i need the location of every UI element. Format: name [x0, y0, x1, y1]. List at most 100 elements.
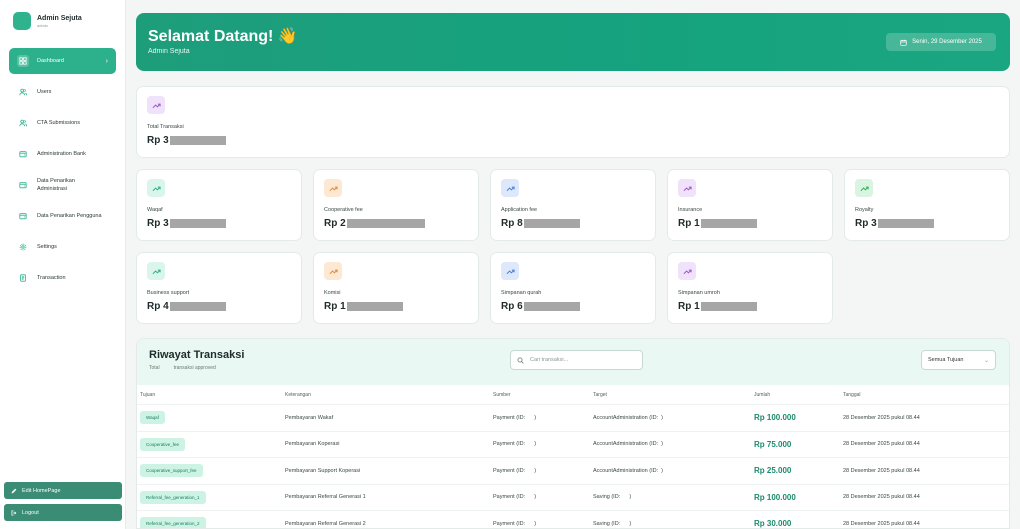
- sidebar-item-label: Users: [37, 89, 52, 95]
- grid-icon: [17, 55, 29, 67]
- redacted-value: [346, 302, 403, 311]
- table-row[interactable]: Cooperative_fee Pembayaran Koperasi Paymen…: [137, 432, 1009, 458]
- redacted-value: [169, 136, 226, 145]
- approved-label: transaksi approved: [173, 365, 216, 371]
- sidebar-item-label: Settings: [37, 244, 57, 250]
- trending-up-icon: [855, 179, 873, 197]
- stat-amount: Rp 1: [678, 218, 700, 229]
- trending-up-icon: [324, 262, 342, 280]
- search-box[interactable]: [510, 350, 643, 370]
- stat-value: Rp 6: [501, 301, 580, 312]
- sidebar-item-transaction[interactable]: Transaction: [9, 265, 116, 291]
- stat-value: Rp 3: [855, 218, 934, 229]
- wallet-icon: [17, 148, 29, 160]
- gear-icon: [17, 241, 29, 253]
- column-header[interactable]: Tujuan: [137, 392, 285, 398]
- stat-card: Waqaf Rp 3: [136, 169, 302, 241]
- sidebar-item-dashboard[interactable]: Dashboard ›: [9, 48, 116, 74]
- chevron-right-icon: ›: [105, 57, 108, 65]
- keterangan-cell: Pembayaran Referral Generasi 2: [285, 520, 366, 527]
- column-header[interactable]: Tanggal: [843, 392, 1003, 398]
- brand-name: Admin Sejuta: [37, 14, 82, 22]
- target-cell: AccountAdministration (ID: ): [593, 441, 663, 448]
- sumber-cell: Payment (ID: ): [493, 414, 537, 421]
- sidebar-item-data-penarikan-administrasi[interactable]: Data Penarikan Administrasi: [9, 172, 116, 198]
- stat-label: Simpanan umroh: [678, 290, 720, 296]
- redacted-value: [523, 219, 580, 228]
- edit-homepage-button[interactable]: Edit HomePage: [4, 482, 122, 499]
- sidebar-item-label: Data Penarikan Administrasi: [37, 178, 75, 192]
- sidebar-item-data-penarikan-pengguna[interactable]: Data Penarikan Pengguna: [9, 203, 116, 229]
- sidebar-item-users[interactable]: Users: [9, 79, 116, 105]
- sidebar-item-cta-submissions[interactable]: CTA Submissions: [9, 110, 116, 136]
- stat-card: Business support Rp 4: [136, 252, 302, 324]
- transactions-panel: Riwayat Transaksi Total transaksi approve…: [136, 338, 1010, 529]
- sidebar-item-settings[interactable]: Settings: [9, 234, 116, 260]
- users-icon: [17, 117, 29, 129]
- target-cell: AccountAdministration (ID: ): [593, 414, 663, 421]
- jumlah-cell: Rp 25.000: [754, 466, 792, 476]
- stat-card: Komisi Rp 1: [313, 252, 479, 324]
- transactions-header: Riwayat Transaksi Total transaksi approve…: [137, 339, 1009, 385]
- sidebar-item-label: Dashboard: [37, 58, 64, 64]
- edit-homepage-label: Edit HomePage: [22, 487, 61, 494]
- jumlah-cell: Rp 75.000: [754, 439, 792, 449]
- brand-logo: [13, 12, 31, 30]
- column-header[interactable]: Target: [593, 392, 754, 398]
- trending-up-icon: [501, 179, 519, 197]
- sidebar-item-label: Administration Bank: [37, 151, 86, 157]
- table-row[interactable]: Referral_fee_generation_1 Pembayaran Refe…: [137, 485, 1009, 511]
- pencil-icon: [11, 488, 17, 493]
- column-header[interactable]: Jumlah: [754, 392, 843, 398]
- stat-amount: Rp 3: [147, 218, 169, 229]
- logout-button[interactable]: Logout: [4, 504, 122, 521]
- total-transaksi-value: Rp 3: [147, 135, 226, 146]
- stat-label: Simpanan qurah: [501, 290, 542, 296]
- stat-value: Rp 1: [678, 218, 757, 229]
- column-header[interactable]: Keterangan: [285, 392, 493, 398]
- redacted-value: [523, 302, 580, 311]
- trending-up-icon: [147, 179, 165, 197]
- sidebar-item-label: CTA Submissions: [37, 120, 80, 126]
- redacted-value: [169, 302, 226, 311]
- chevron-down-icon: ⌄: [983, 357, 989, 364]
- stat-card: Simpanan umroh Rp 1: [667, 252, 833, 324]
- stat-label: Business support: [147, 290, 190, 296]
- stat-amount: Rp 4: [147, 301, 169, 312]
- table-body: Waqaf Pembayaran Wakaf Payment (ID: ) Accou…: [137, 405, 1009, 529]
- table-row[interactable]: Cooperative_support_fee Pembayaran Suppor…: [137, 458, 1009, 485]
- redacted-value: [877, 219, 934, 228]
- total-transaksi-label: Total Transaksi: [147, 124, 184, 130]
- stat-value: Rp 1: [678, 301, 757, 312]
- jumlah-cell: Rp 30.000: [754, 519, 792, 529]
- table-row[interactable]: Referral_fee_generation_2 Pembayaran Refe…: [137, 511, 1009, 529]
- stat-card: Insurance Rp 1: [667, 169, 833, 241]
- users-icon: [17, 86, 29, 98]
- stat-amount: Rp 3: [855, 218, 877, 229]
- keterangan-cell: Pembayaran Referral Generasi 1: [285, 494, 366, 501]
- column-header[interactable]: Sumber: [493, 392, 593, 398]
- trending-up-icon: [324, 179, 342, 197]
- tanggal-cell: 28 Desember 2025 pukul 08.44: [843, 494, 920, 501]
- stat-card: Application fee Rp 8: [490, 169, 656, 241]
- search-icon: [517, 357, 524, 364]
- search-input[interactable]: [530, 357, 630, 363]
- jumlah-cell: Rp 100.000: [754, 413, 796, 423]
- sidebar-item-administration-bank[interactable]: Administration Bank: [9, 141, 116, 167]
- keterangan-cell: Pembayaran Wakaf: [285, 414, 334, 421]
- target-cell: AccountAdministration (ID: ): [593, 467, 663, 474]
- welcome-banner: Selamat Datang! 👋 Admin Sejuta Senin, 29…: [136, 13, 1010, 71]
- tujuan-filter-select[interactable]: Semua Tujuan ⌄: [921, 350, 996, 370]
- tanggal-cell: 28 Desember 2025 pukul 08.44: [843, 467, 920, 474]
- stat-label: Komisi: [324, 290, 341, 296]
- stat-label: Waqaf: [147, 207, 163, 213]
- stat-value: Rp 2: [324, 218, 425, 229]
- trending-up-icon: [147, 262, 165, 280]
- redacted-value: [169, 219, 226, 228]
- redacted-value: [346, 219, 425, 228]
- table-row[interactable]: Waqaf Pembayaran Wakaf Payment (ID: ) Accou…: [137, 405, 1009, 432]
- sidebar: Admin Sejuta admin Dashboard › Users CTA…: [0, 0, 126, 529]
- sidebar-item-label: Transaction: [37, 275, 66, 281]
- sumber-cell: Payment (ID: ): [493, 494, 537, 501]
- keterangan-cell: Pembayaran Support Koperasi: [285, 467, 361, 474]
